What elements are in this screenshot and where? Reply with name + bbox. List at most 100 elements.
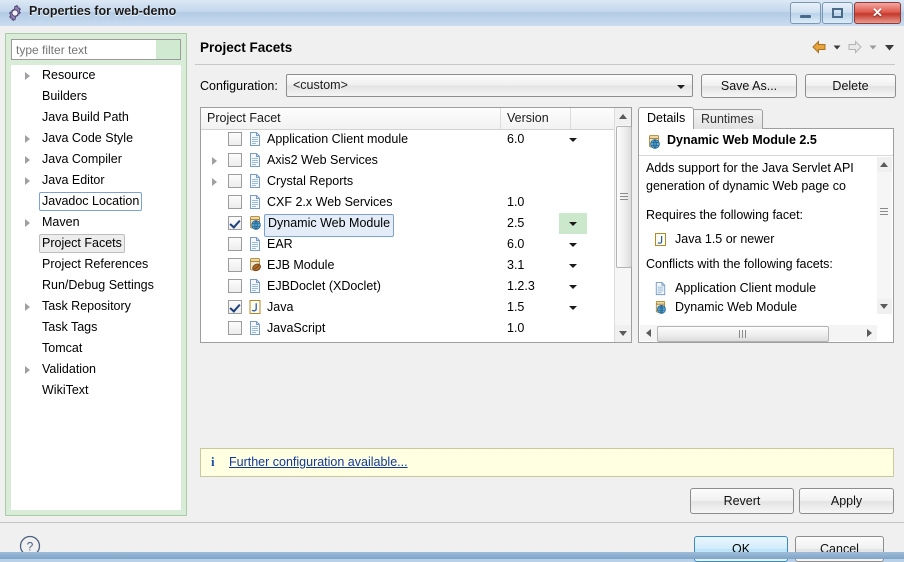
sidebar-item-validation[interactable]: Validation bbox=[11, 359, 181, 380]
expand-triangle-icon[interactable] bbox=[25, 135, 30, 143]
caret-up-icon bbox=[880, 162, 888, 167]
scroll-up-button[interactable] bbox=[877, 157, 892, 172]
further-configuration-link[interactable]: Further configuration available... bbox=[229, 455, 408, 469]
details-vertical-scrollbar[interactable] bbox=[877, 157, 892, 314]
expand-triangle-icon[interactable] bbox=[25, 366, 30, 374]
tab-details[interactable]: Details bbox=[638, 107, 695, 129]
table-row[interactable]: CXF 2.x Web Services 1.0 bbox=[201, 192, 615, 213]
dialog-body: Resource Builders Java Build Path Java Code… bbox=[0, 26, 904, 562]
expand-triangle-icon[interactable] bbox=[25, 303, 30, 311]
revert-button[interactable]: Revert bbox=[690, 488, 794, 514]
scroll-down-button[interactable] bbox=[615, 325, 631, 342]
expand-triangle-icon[interactable] bbox=[25, 156, 30, 164]
version-dropdown-cell[interactable] bbox=[559, 276, 587, 297]
facet-checkbox[interactable] bbox=[228, 153, 242, 167]
version-dropdown-cell[interactable] bbox=[559, 339, 587, 342]
table-row[interactable]: JavaServer Faces 2.0 bbox=[201, 339, 615, 342]
scroll-left-button[interactable] bbox=[640, 325, 656, 341]
sidebar-item-project-facets[interactable]: Project Facets bbox=[11, 233, 181, 254]
search-input[interactable] bbox=[12, 40, 156, 59]
scroll-up-button[interactable] bbox=[615, 108, 631, 125]
sidebar-item-label: Maven bbox=[42, 215, 80, 229]
facet-checkbox[interactable] bbox=[228, 132, 242, 146]
facet-checkbox[interactable] bbox=[228, 300, 242, 314]
sidebar-item-wikitext[interactable]: WikiText bbox=[11, 380, 181, 401]
facet-checkbox[interactable] bbox=[228, 216, 242, 230]
expand-triangle-icon[interactable] bbox=[212, 178, 217, 186]
version-dropdown-cell[interactable] bbox=[559, 192, 587, 213]
table-row[interactable]: EAR 6.0 bbox=[201, 234, 615, 255]
table-row[interactable]: EJBDoclet (XDoclet) 1.2.3 bbox=[201, 276, 615, 297]
facet-checkbox[interactable] bbox=[228, 258, 242, 272]
table-row[interactable]: Application Client module 6.0 bbox=[201, 129, 615, 150]
version-dropdown-cell[interactable] bbox=[559, 213, 587, 234]
grip-line bbox=[620, 199, 628, 200]
version-dropdown-cell[interactable] bbox=[559, 318, 587, 339]
sidebar-item-resource[interactable]: Resource bbox=[11, 65, 181, 86]
configuration-select[interactable]: <custom> bbox=[286, 74, 693, 97]
sidebar-item-java-code-style[interactable]: Java Code Style bbox=[11, 128, 181, 149]
facet-table-scrollbar[interactable] bbox=[614, 108, 632, 342]
facet-checkbox[interactable] bbox=[228, 279, 242, 293]
version-dropdown-cell[interactable] bbox=[559, 255, 587, 276]
java-icon bbox=[653, 232, 668, 247]
scroll-down-button[interactable] bbox=[877, 299, 892, 314]
apply-button[interactable]: Apply bbox=[799, 488, 894, 514]
facet-table-rows[interactable]: Application Client module 6.0 Axis2 Web Se… bbox=[201, 129, 615, 342]
table-row[interactable]: EJB Module 3.1 bbox=[201, 255, 615, 276]
sidebar-item-label: WikiText bbox=[42, 383, 89, 397]
save-as-button[interactable]: Save As... bbox=[701, 74, 797, 98]
expand-triangle-icon[interactable] bbox=[25, 219, 30, 227]
document-icon bbox=[247, 152, 263, 168]
sidebar-item-java-editor[interactable]: Java Editor bbox=[11, 170, 181, 191]
column-header-version[interactable]: Version bbox=[501, 108, 571, 129]
table-row[interactable]: Crystal Reports bbox=[201, 171, 615, 192]
details-panel: Details Runtimes Dynamic Web Module 2.5 … bbox=[638, 107, 894, 343]
tab-runtimes[interactable]: Runtimes bbox=[692, 109, 763, 129]
filter-box[interactable] bbox=[11, 39, 181, 60]
sidebar-item-javadoc-location[interactable]: Javadoc Location bbox=[11, 191, 181, 212]
scrollbar-thumb[interactable] bbox=[616, 126, 632, 268]
version-dropdown-cell[interactable] bbox=[559, 171, 587, 192]
table-row[interactable]: Dynamic Web Module 2.5 bbox=[201, 213, 615, 237]
delete-button[interactable]: Delete bbox=[805, 74, 896, 98]
sidebar-item-task-repository[interactable]: Task Repository bbox=[11, 296, 181, 317]
facet-checkbox[interactable] bbox=[228, 237, 242, 251]
facet-checkbox[interactable] bbox=[228, 195, 242, 209]
table-row[interactable]: Axis2 Web Services bbox=[201, 150, 615, 171]
scroll-right-button[interactable] bbox=[861, 325, 877, 341]
sidebar-item-tomcat[interactable]: Tomcat bbox=[11, 338, 181, 359]
scrollbar-thumb[interactable] bbox=[877, 157, 892, 265]
details-horizontal-scrollbar[interactable] bbox=[640, 325, 877, 342]
table-row[interactable]: Java 1.5 bbox=[201, 297, 615, 318]
expand-triangle-icon[interactable] bbox=[25, 72, 30, 80]
version-dropdown-cell[interactable] bbox=[559, 150, 587, 171]
sidebar-item-project-references[interactable]: Project References bbox=[11, 254, 181, 275]
sidebar-item-task-tags[interactable]: Task Tags bbox=[11, 317, 181, 338]
version-dropdown-cell[interactable] bbox=[559, 297, 587, 318]
sidebar-item-run-debug-settings[interactable]: Run/Debug Settings bbox=[11, 275, 181, 296]
sidebar-item-maven[interactable]: Maven bbox=[11, 212, 181, 233]
maximize-button[interactable] bbox=[822, 2, 853, 24]
close-button[interactable]: ✕ bbox=[854, 2, 901, 24]
scrollbar-thumb[interactable] bbox=[657, 326, 829, 342]
column-header-facet[interactable]: Project Facet bbox=[201, 108, 501, 129]
column-header-blank[interactable] bbox=[571, 108, 616, 129]
facet-checkbox[interactable] bbox=[228, 321, 242, 335]
expand-triangle-icon[interactable] bbox=[212, 157, 217, 165]
sidebar-item-builders[interactable]: Builders bbox=[11, 86, 181, 107]
forward-dropdown-caret-icon[interactable] bbox=[867, 39, 879, 55]
minimize-button[interactable] bbox=[790, 2, 821, 24]
back-dropdown-caret-icon[interactable] bbox=[831, 39, 843, 55]
sidebar-item-java-build-path[interactable]: Java Build Path bbox=[11, 107, 181, 128]
version-dropdown-cell[interactable] bbox=[559, 234, 587, 255]
chevron-down-icon[interactable] bbox=[882, 39, 897, 55]
forward-arrow-icon[interactable] bbox=[846, 39, 863, 55]
expand-triangle-icon[interactable] bbox=[25, 177, 30, 185]
sidebar-item-java-compiler[interactable]: Java Compiler bbox=[11, 149, 181, 170]
back-arrow-icon[interactable] bbox=[811, 39, 828, 55]
version-dropdown-cell[interactable] bbox=[559, 129, 587, 150]
table-row[interactable]: JavaScript 1.0 bbox=[201, 318, 615, 339]
facet-checkbox[interactable] bbox=[228, 174, 242, 188]
settings-tree[interactable]: Resource Builders Java Build Path Java Code… bbox=[11, 65, 181, 510]
